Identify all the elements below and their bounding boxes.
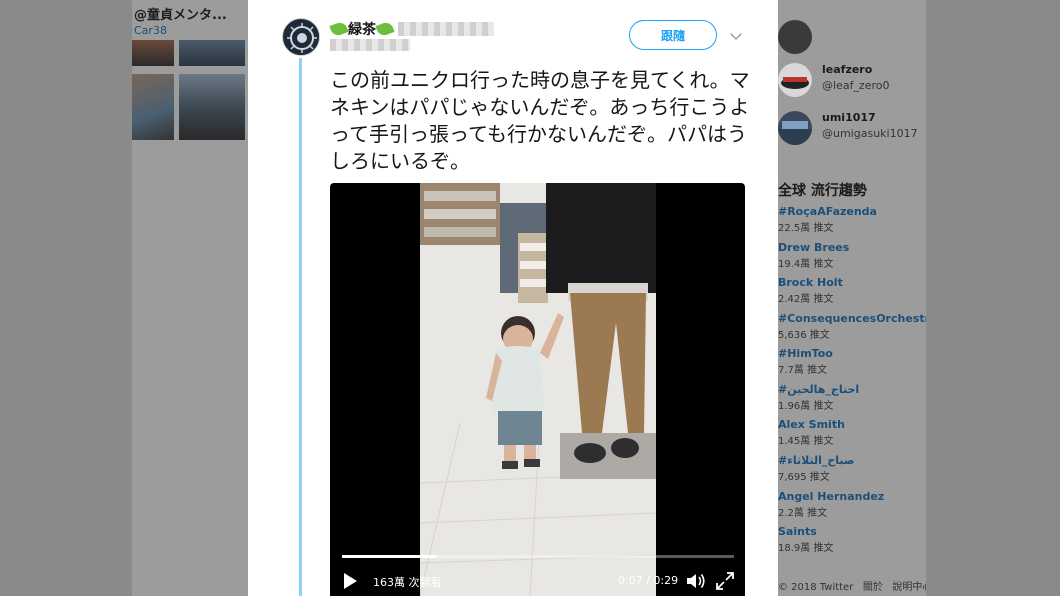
author-name-text: 緑茶	[348, 22, 376, 38]
follow-handle: @umigasuki1017	[822, 127, 918, 140]
thread-line	[299, 58, 302, 596]
background-right-edge	[926, 0, 1060, 596]
trend-name[interactable]: #HimToo	[778, 347, 926, 360]
video-frame	[420, 183, 656, 596]
play-icon[interactable]	[344, 573, 357, 589]
trend-item[interactable]: Saints 18.9萬 推文	[778, 525, 926, 554]
trend-count: 19.4萬 推文	[778, 259, 834, 270]
follow-suggestion-partial[interactable]	[778, 20, 926, 64]
follow-name[interactable]: umi1017	[822, 111, 876, 124]
media-thumbnail[interactable]	[179, 74, 245, 140]
background-left-edge	[0, 0, 132, 596]
background-profile-handle: Car38	[134, 24, 167, 37]
follow-suggestion[interactable]: umi1017 @umigasuki1017	[778, 111, 926, 155]
footer-copyright: © 2018 Twitter	[778, 582, 854, 593]
leaf-emoji-icon	[329, 20, 349, 38]
avatar	[778, 20, 812, 54]
video-view-count: 163萬 次觀看	[373, 576, 442, 589]
trend-count: 2.42萬 推文	[778, 294, 834, 305]
author-display-name[interactable]: 緑茶	[329, 19, 494, 39]
media-thumbnail[interactable]	[179, 40, 245, 66]
volume-icon[interactable]	[685, 572, 707, 590]
trend-item[interactable]: #RoçaAFazenda 22.5萬 推文	[778, 205, 926, 234]
trend-item[interactable]: Angel Hernandez 2.2萬 推文	[778, 490, 926, 519]
follow-name[interactable]: leafzero	[822, 63, 872, 76]
trend-item[interactable]: #HimToo 7.7萬 推文	[778, 347, 926, 376]
trend-count: 7.7萬 推文	[778, 365, 828, 376]
video-player[interactable]: 163萬 次觀看 0:07 / 0:29	[330, 183, 745, 596]
trend-name[interactable]: #ConsequencesOrchestra	[778, 312, 926, 325]
trend-name[interactable]: Alex Smith	[778, 418, 926, 431]
trend-count: 7,695 推文	[778, 472, 830, 483]
trend-count: 22.5萬 推文	[778, 223, 834, 234]
follow-handle: @leaf_zero0	[822, 79, 890, 92]
trend-name[interactable]: Angel Hernandez	[778, 490, 926, 503]
footer-about-link[interactable]: 關於	[863, 582, 883, 593]
trend-count: 18.9萬 推文	[778, 543, 834, 554]
background-profile-column: @童貞メンタ... Car38	[132, 0, 248, 596]
trend-item[interactable]: Alex Smith 1.45萬 推文	[778, 418, 926, 447]
trend-count: 1.45萬 推文	[778, 436, 834, 447]
trends-title: 全球 流行趨勢	[778, 183, 867, 199]
author-avatar[interactable]	[282, 18, 320, 56]
footer-help-link[interactable]: 說明中心	[892, 582, 926, 593]
blurred-author-handle	[330, 39, 410, 51]
trend-count: 5,636 推文	[778, 330, 830, 341]
trend-name[interactable]: #احتاج_هالحين	[778, 383, 926, 396]
avatar	[778, 63, 812, 97]
follow-button[interactable]: 跟隨	[629, 20, 717, 50]
footer: © 2018 Twitter 關於 說明中心	[778, 578, 926, 593]
trend-item[interactable]: #صباح_الثلاثاء 7,695 推文	[778, 454, 926, 483]
media-thumbnail[interactable]	[132, 40, 174, 66]
trend-item[interactable]: Drew Brees 19.4萬 推文	[778, 241, 926, 270]
video-progress-fill	[342, 555, 437, 558]
trend-item[interactable]: Brock Holt 2.42萬 推文	[778, 276, 926, 305]
fullscreen-icon[interactable]	[716, 572, 734, 590]
background-sidebar: leafzero @leaf_zero0 umi1017 @umigasuki1…	[778, 0, 926, 596]
video-progress-bar[interactable]	[342, 555, 734, 558]
background-profile-name: @童貞メンタ...	[134, 8, 227, 23]
tweet-text: この前ユニクロ行った時の息子を見てくれ。マネキンはパパじゃないんだぞ。あっち行こ…	[330, 68, 750, 173]
trend-count: 1.96萬 推文	[778, 401, 834, 412]
leaf-emoji-icon	[375, 20, 395, 38]
trend-name[interactable]: Brock Holt	[778, 276, 926, 289]
blurred-name-suffix	[398, 22, 494, 36]
tweet-modal: 緑茶 跟隨 この前ユニクロ行った時の息子を見てくれ。マネキンはパパじゃないんだぞ…	[248, 0, 778, 596]
trend-name[interactable]: #RoçaAFazenda	[778, 205, 926, 218]
chevron-down-icon[interactable]	[730, 28, 742, 40]
trend-name[interactable]: Drew Brees	[778, 241, 926, 254]
trend-name[interactable]: #صباح_الثلاثاء	[778, 454, 926, 467]
media-thumbnail[interactable]	[132, 74, 174, 140]
trend-name[interactable]: Saints	[778, 525, 926, 538]
avatar	[778, 111, 812, 145]
follow-suggestion[interactable]: leafzero @leaf_zero0	[778, 63, 926, 107]
trend-count: 2.2萬 推文	[778, 508, 828, 519]
trend-item[interactable]: #ConsequencesOrchestra 5,636 推文	[778, 312, 926, 341]
trend-item[interactable]: #احتاج_هالحين 1.96萬 推文	[778, 383, 926, 412]
video-time: 0:07 / 0:29	[618, 574, 679, 587]
